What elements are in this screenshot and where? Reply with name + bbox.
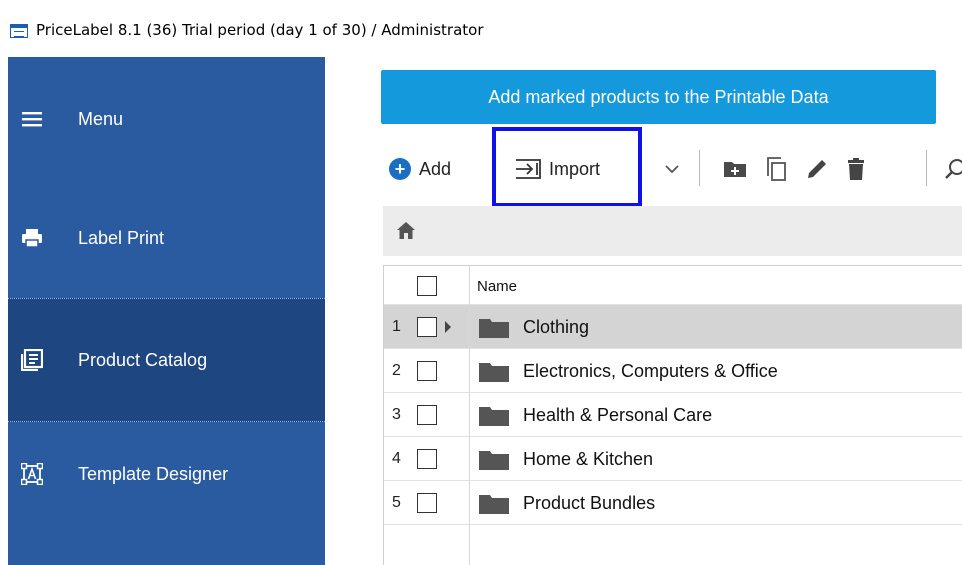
row-checkbox[interactable] [417, 405, 437, 425]
category-name: Home & Kitchen [523, 449, 654, 469]
table-row[interactable]: 5 Product Bundles [384, 481, 962, 525]
table-row[interactable]: 3 Health & Personal Care [384, 393, 962, 437]
row-checkbox[interactable] [417, 493, 437, 513]
window-title: PriceLabel 8.1 (36) Trial period (day 1 … [36, 21, 484, 39]
expand-arrow-icon[interactable] [445, 321, 451, 333]
grid-header-row: Name [384, 266, 962, 305]
folder-icon [479, 407, 509, 426]
sidebar-item-template-designer[interactable]: Template Designer [8, 442, 325, 506]
sidebar-item-label-print[interactable]: Label Print [8, 206, 325, 270]
sidebar-item-label: Template Designer [78, 463, 229, 484]
row-number: 1 [392, 318, 401, 335]
select-all-checkbox[interactable] [417, 276, 437, 296]
category-name: Electronics, Computers & Office [523, 361, 778, 381]
row-checkbox[interactable] [417, 361, 437, 381]
edit-pencil-icon[interactable] [803, 155, 831, 183]
sidebar: Menu Label Print Product Catalog Templat… [8, 57, 325, 565]
home-icon[interactable] [397, 222, 415, 239]
column-header-name[interactable]: Name [477, 278, 517, 295]
toolbar-separator [699, 150, 700, 186]
row-number: 5 [392, 494, 401, 511]
row-number: 2 [392, 362, 401, 379]
printer-icon [22, 229, 42, 248]
delete-trash-icon[interactable] [842, 155, 870, 183]
row-checkbox[interactable] [417, 449, 437, 469]
table-row[interactable]: 4 Home & Kitchen [384, 437, 962, 481]
folder-icon [479, 363, 509, 382]
sidebar-item-label: Label Print [78, 227, 165, 248]
category-name: Health & Personal Care [523, 405, 713, 425]
category-name: Product Bundles [523, 493, 656, 513]
folder-icon [479, 495, 509, 514]
toolbar-separator [926, 150, 927, 186]
plus-circle-icon: + [389, 158, 411, 180]
toolbar: + Add Import [381, 127, 962, 207]
menu-label: Menu [78, 108, 124, 129]
product-catalog-grid: Name 1 Clothing 2 Electronics, Computers… [383, 265, 962, 565]
copy-icon[interactable] [763, 155, 791, 183]
grid-column-divider [469, 266, 470, 565]
add-marked-products-button[interactable]: Add marked products to the Printable Dat… [381, 70, 936, 124]
import-button[interactable]: Import [513, 154, 600, 184]
folder-icon [479, 319, 509, 338]
table-row[interactable]: 2 Electronics, Computers & Office [384, 349, 962, 393]
title-bar: PriceLabel 8.1 (36) Trial period (day 1 … [0, 0, 962, 48]
sidebar-item-product-catalog[interactable]: Product Catalog [8, 298, 325, 422]
template-designer-icon [21, 463, 43, 485]
import-icon [516, 159, 541, 179]
row-number: 3 [392, 406, 401, 423]
new-folder-icon[interactable] [721, 155, 749, 183]
category-name: Clothing [523, 317, 590, 337]
add-button[interactable]: + Add [389, 154, 451, 184]
chevron-down-icon[interactable] [663, 160, 681, 178]
row-number: 4 [392, 450, 401, 467]
sidebar-item-label: Product Catalog [78, 349, 208, 370]
folder-icon [479, 451, 509, 470]
menu-toggle[interactable]: Menu [8, 87, 325, 151]
row-checkbox[interactable] [417, 317, 437, 337]
catalog-icon [21, 349, 43, 371]
table-row[interactable]: 1 Clothing [384, 305, 962, 349]
import-button-label: Import [549, 158, 601, 179]
app-icon [10, 24, 28, 38]
hamburger-menu-icon [22, 112, 42, 127]
add-button-label: Add [419, 158, 452, 179]
breadcrumb [383, 206, 962, 256]
search-icon[interactable] [943, 155, 962, 183]
